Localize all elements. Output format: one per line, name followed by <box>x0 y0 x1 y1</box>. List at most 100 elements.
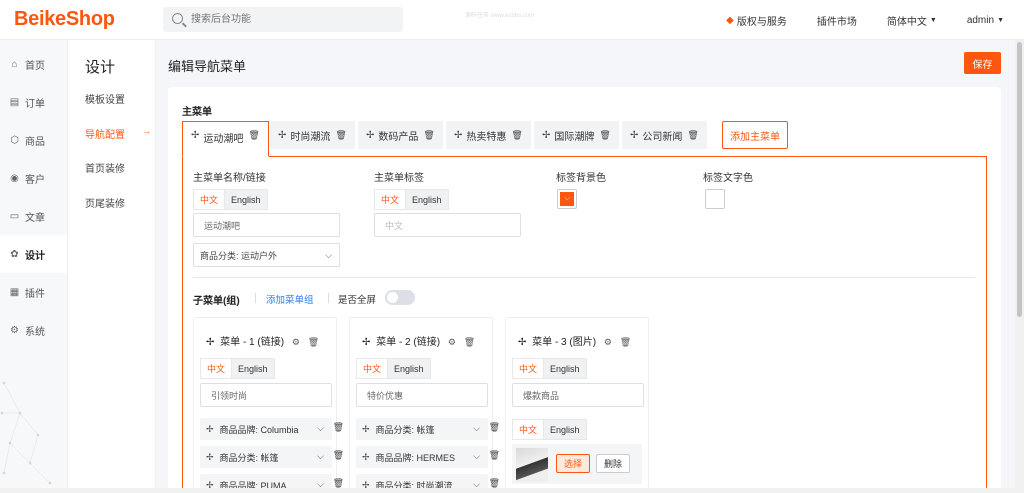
name-lang-tabs: 中文 English <box>193 189 268 210</box>
palette-icon: ✿ <box>10 248 19 260</box>
group-name-input[interactable]: 爆款商品 <box>512 383 644 407</box>
horizontal-scrollbar[interactable] <box>0 488 1015 493</box>
trash-icon[interactable]: 🗑 <box>511 130 522 141</box>
move-icon[interactable]: ✢ <box>206 452 214 463</box>
lang-tab-zh[interactable]: 中文 <box>356 358 388 379</box>
sidebar-item-orders[interactable]: ▤ 订单 <box>0 92 67 112</box>
trash-icon[interactable]: 🗑 <box>308 337 319 347</box>
toggle-knob <box>387 292 398 303</box>
sidebar-item-home[interactable]: ⌂ 首页 <box>0 54 67 74</box>
group-link-row[interactable]: ✢ 商品品牌: Columbia ⌵ 🗑 <box>200 418 344 440</box>
group-name-input[interactable]: 引领时尚 <box>200 383 332 407</box>
app-logo[interactable]: BeikeShop <box>14 8 115 31</box>
move-icon[interactable]: ✢ <box>366 130 374 141</box>
sidebar-item-design[interactable]: ✿ 设计 <box>0 235 67 273</box>
lang-tab-zh[interactable]: 中文 <box>512 419 544 440</box>
tag-text-color-picker[interactable] <box>705 189 725 209</box>
gear-icon[interactable]: ⚙ <box>448 337 456 347</box>
tag-input[interactable]: 中文 <box>374 213 521 237</box>
article-icon: ▭ <box>9 210 20 222</box>
submenu-item-home-decor[interactable]: 首页装修 <box>85 160 151 175</box>
gear-icon[interactable]: ⚙ <box>604 337 612 347</box>
language-dropdown[interactable]: 简体中文 ▼ <box>887 13 937 28</box>
trash-icon[interactable]: 🗑 <box>335 130 346 141</box>
add-menu-group-link[interactable]: 添加菜单组 <box>266 292 314 306</box>
move-icon[interactable]: ✢ <box>454 130 462 141</box>
user-dropdown[interactable]: admin ▼ <box>967 13 1004 28</box>
trash-icon[interactable]: 🗑 <box>333 422 344 433</box>
sidebar-item-customers[interactable]: ◉ 客户 <box>0 168 67 188</box>
lang-tab-zh[interactable]: 中文 <box>200 358 232 379</box>
lang-tab-en[interactable]: English <box>405 189 449 210</box>
main-menu-tab[interactable]: ✢ 时尚潮流 🗑 <box>270 121 355 149</box>
search-box[interactable] <box>163 7 403 32</box>
main-menu-tab[interactable]: ✢ 热卖特惠 🗑 <box>446 121 531 149</box>
lang-tab-en[interactable]: English <box>231 358 275 379</box>
page-scrollbar[interactable] <box>1015 40 1024 493</box>
gear-icon[interactable]: ⚙ <box>292 337 300 347</box>
group-lang-tabs: 中文 English <box>200 358 275 379</box>
main-menu-tab[interactable]: ✢ 运动潮吧 🗑 <box>182 121 269 157</box>
trash-icon[interactable]: 🗑 <box>687 130 698 141</box>
main-menu-tab[interactable]: ✢ 数码产品 🗑 <box>358 121 443 149</box>
move-icon[interactable]: ✢ <box>278 130 286 141</box>
lang-tab-en[interactable]: English <box>543 419 587 440</box>
move-icon[interactable]: ✢ <box>191 130 199 141</box>
trash-icon[interactable]: 🗑 <box>599 130 610 141</box>
menu-name-input[interactable]: 运动潮吧 <box>193 213 340 237</box>
menu-link-select[interactable]: 商品分类: 运动户外 ⌵ <box>193 243 340 267</box>
group-link-row[interactable]: ✢ 商品品牌: HERMES ⌵ 🗑 <box>356 446 500 468</box>
watermark-text: 源码任务 www.ecbbs.com <box>465 13 535 19</box>
group-link-row[interactable]: ✢ 商品分类: 帐篷 ⌵ 🗑 <box>356 418 500 440</box>
trash-icon[interactable]: 🗑 <box>489 422 500 433</box>
lang-tab-zh[interactable]: 中文 <box>193 189 225 210</box>
lang-tab-en[interactable]: English <box>387 358 431 379</box>
license-link[interactable]: ◆ 版权与服务 <box>726 13 787 28</box>
fullscreen-label: 是否全屏 <box>338 295 377 306</box>
save-button[interactable]: 保存 <box>964 52 1001 74</box>
sidebar-item-products[interactable]: ⬡ 商品 <box>0 130 67 150</box>
move-icon[interactable]: ✢ <box>206 337 214 348</box>
group-link-row[interactable]: ✢ 商品分类: 帐篷 ⌵ 🗑 <box>200 446 344 468</box>
main-menu-tab[interactable]: ✢ 公司新闻 🗑 <box>622 121 707 149</box>
search-input[interactable] <box>191 7 391 32</box>
add-main-menu-button[interactable]: 添加主菜单 <box>722 121 788 149</box>
move-icon[interactable]: ✢ <box>362 424 370 435</box>
main-menu-tab[interactable]: ✢ 国际潮牌 🗑 <box>534 121 619 149</box>
delete-image-button[interactable]: 删除 <box>596 454 630 473</box>
move-icon[interactable]: ✢ <box>362 337 370 348</box>
sidebar-item-label: 客户 <box>25 174 45 186</box>
lang-tab-zh[interactable]: 中文 <box>374 189 406 210</box>
sidebar-item-label: 商品 <box>25 136 45 148</box>
submenu-item-footer-decor[interactable]: 页尾装修 <box>85 195 151 210</box>
lang-tab-en[interactable]: English <box>224 189 268 210</box>
trash-icon[interactable]: 🗑 <box>423 130 434 141</box>
move-icon[interactable]: ✢ <box>542 130 550 141</box>
trash-icon[interactable]: 🗑 <box>464 337 475 347</box>
fullscreen-toggle[interactable] <box>385 290 415 305</box>
submenu-item-label: 导航配置 <box>85 130 125 141</box>
sidebar-item-plugins[interactable]: ▦ 插件 <box>0 282 67 302</box>
lang-tab-zh[interactable]: 中文 <box>512 358 544 379</box>
group-link-value: 商品分类: 帐篷 <box>375 424 435 435</box>
menu-editor-panel: 主菜单名称/链接 中文 English 运动潮吧 商品分类: 运动户外 ⌵ 主菜… <box>182 156 987 493</box>
lang-tab-en[interactable]: English <box>543 358 587 379</box>
sidebar-item-articles[interactable]: ▭ 文章 <box>0 206 67 226</box>
submenu-item-template[interactable]: 模板设置 <box>85 91 151 106</box>
submenu-item-nav-config[interactable]: 导航配置 → <box>85 126 151 141</box>
plugin-market-link[interactable]: 插件市场 <box>817 13 857 28</box>
tag-bg-color-picker[interactable]: ⌵ <box>557 189 577 209</box>
trash-icon[interactable]: 🗑 <box>333 450 344 461</box>
scrollbar-thumb[interactable] <box>1017 42 1022 317</box>
select-image-button[interactable]: 选择 <box>556 454 590 473</box>
tag-label: 主菜单标签 <box>374 173 424 184</box>
trash-icon[interactable]: 🗑 <box>248 130 259 141</box>
trash-icon[interactable]: 🗑 <box>489 450 500 461</box>
move-icon[interactable]: ✢ <box>206 424 214 435</box>
group-name-input[interactable]: 特价优惠 <box>356 383 488 407</box>
trash-icon[interactable]: 🗑 <box>620 337 631 347</box>
sidebar-item-system[interactable]: ⚙ 系统 <box>0 320 67 340</box>
move-icon[interactable]: ✢ <box>362 452 370 463</box>
move-icon[interactable]: ✢ <box>518 337 526 348</box>
move-icon[interactable]: ✢ <box>630 130 638 141</box>
